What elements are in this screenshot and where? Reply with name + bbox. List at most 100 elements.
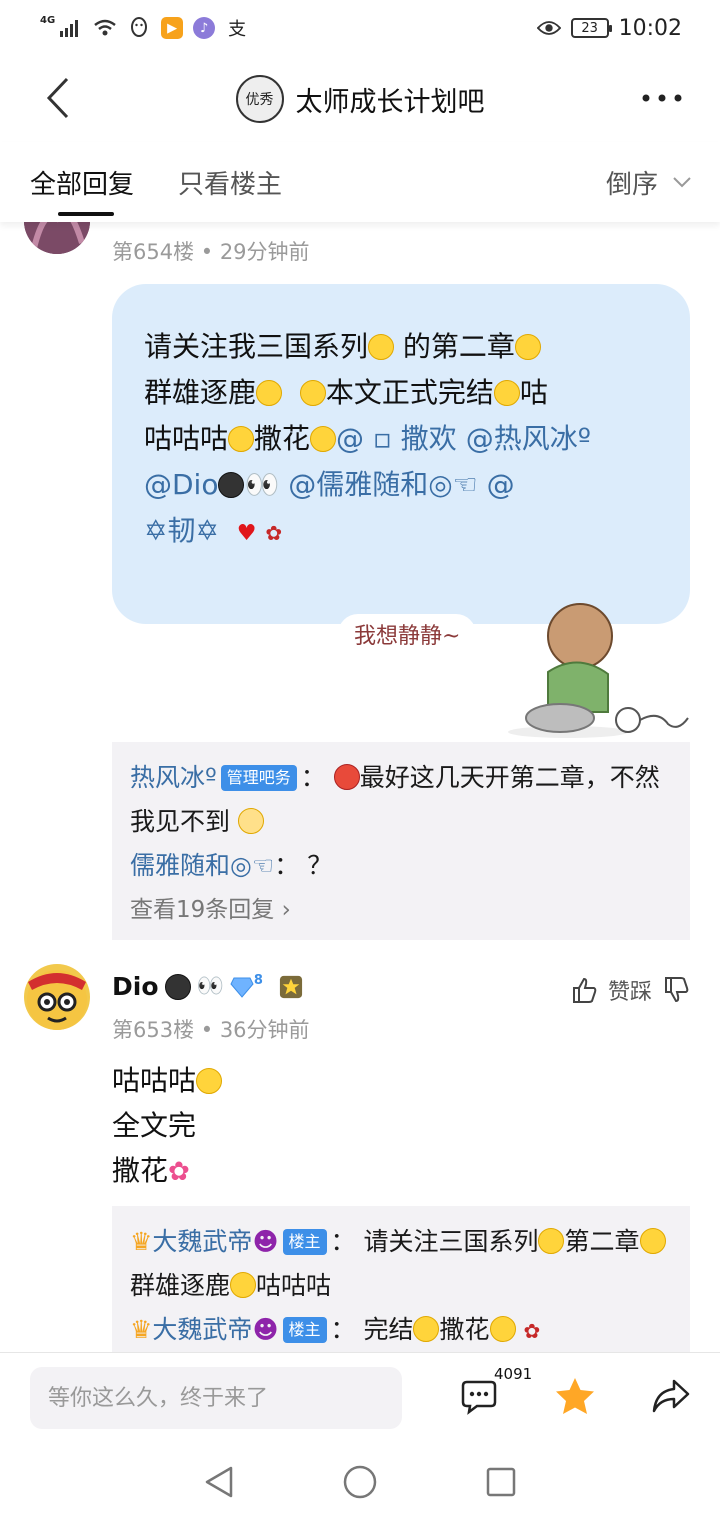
sort-dropdown[interactable]: 倒序 bbox=[606, 142, 692, 222]
sub-reply[interactable]: ♛大魏武帝☻ 楼主： 请关注三国系列 第二章群雄逐鹿 咕咕咕 bbox=[130, 1220, 672, 1308]
more-dots-icon bbox=[642, 94, 682, 102]
status-left: 4G ▶ ♪ 支 bbox=[40, 14, 249, 41]
op-tag: 楼主 bbox=[282, 1317, 327, 1343]
more-button[interactable] bbox=[640, 84, 684, 112]
view-more-replies-link[interactable]: 查看19条回复 › bbox=[130, 888, 672, 932]
admin-tag: 管理吧务 bbox=[220, 765, 297, 791]
reply-text: 群雄逐鹿 bbox=[130, 1271, 231, 1300]
star-icon bbox=[556, 1378, 594, 1414]
rose-icon: ✿ bbox=[265, 521, 283, 545]
reply-author[interactable]: 热风冰º bbox=[130, 763, 217, 792]
reply-input[interactable] bbox=[30, 1367, 402, 1429]
badge-icon[interactable] bbox=[279, 975, 303, 999]
tab-op-only[interactable]: 只看楼主 bbox=[178, 142, 282, 222]
chevron-left-icon bbox=[46, 77, 69, 119]
view-more-label: 查看19条回复 bbox=[130, 897, 275, 923]
confused-emoji-icon bbox=[237, 808, 264, 834]
body-text: 咕咕咕 bbox=[112, 1064, 197, 1097]
reply-author[interactable]: 大魏武帝 bbox=[152, 1315, 252, 1344]
bubble-line: 本文正式完结 bbox=[325, 376, 494, 409]
smile-emoji-icon bbox=[196, 1068, 223, 1094]
forum-avatar: 优秀 bbox=[235, 75, 284, 123]
dark-face-emoji-icon bbox=[218, 472, 245, 498]
bubble-line: 的第二章 bbox=[394, 330, 515, 363]
sub-replies: ♛大魏武帝☻ 楼主： 请关注三国系列 第二章群雄逐鹿 咕咕咕 ♛大魏武帝☻ 楼主： 完结… bbox=[112, 1206, 690, 1352]
reply-list[interactable]: 第654楼 • 29分钟前 请关注我三国系列 的第二章 群雄逐鹿 本文正式完结咕… bbox=[0, 222, 720, 1352]
laugh-emoji-icon bbox=[413, 1316, 440, 1342]
post-body: 咕咕咕 全文完 撒花✿ bbox=[112, 1058, 223, 1195]
sticker-caption: 我想静静~ bbox=[338, 614, 477, 654]
nav-recents-icon[interactable] bbox=[485, 1466, 517, 1498]
level-diamond-icon[interactable] bbox=[230, 975, 254, 999]
avatar[interactable] bbox=[24, 964, 90, 1030]
reply-text: 撒花 bbox=[439, 1315, 490, 1344]
comment-count: 4091 bbox=[494, 1365, 533, 1383]
dark-face-emoji-icon bbox=[164, 973, 191, 1000]
mention-text[interactable]: 👀 @儒雅随和◎☜ @ bbox=[244, 468, 514, 501]
back-button[interactable] bbox=[38, 76, 78, 120]
chevron-down-icon bbox=[673, 177, 691, 188]
username[interactable]: Dio bbox=[112, 972, 159, 1001]
smile-emoji-icon bbox=[368, 334, 395, 360]
status-right: 23 10:02 bbox=[536, 15, 682, 41]
avatar[interactable] bbox=[24, 222, 90, 254]
mention-text[interactable]: ✡韧✡ bbox=[144, 514, 219, 547]
thumbs-up-icon[interactable] bbox=[570, 976, 598, 1004]
share-icon bbox=[652, 1379, 690, 1413]
smile-emoji-icon bbox=[256, 380, 283, 406]
sub-reply[interactable]: ♛大魏武帝☻ 楼主： 完结 撒花 ✿ bbox=[130, 1308, 672, 1352]
sub-reply[interactable]: 儒雅随和◎☜： ？ bbox=[130, 844, 672, 888]
reply-tabs: 全部回复 只看楼主 倒序 bbox=[0, 142, 720, 222]
username-row: Dio 👀 8 bbox=[112, 972, 303, 1001]
reply-author[interactable]: 儒雅随和◎☜ bbox=[130, 851, 274, 880]
smile-emoji-icon bbox=[514, 334, 541, 360]
level-number: 8 bbox=[253, 973, 263, 988]
op-tag: 楼主 bbox=[282, 1229, 327, 1255]
forum-title-group[interactable]: 优秀 太师成长计划吧 bbox=[235, 75, 485, 123]
reply-text: 请关注三国系列 bbox=[363, 1227, 539, 1256]
smile-emoji-icon bbox=[639, 1228, 666, 1254]
hibiscus-icon: ✿ bbox=[168, 1157, 190, 1187]
bubble-line: 请关注我三国系列 bbox=[144, 330, 369, 363]
battery-indicator: 23 bbox=[570, 18, 612, 38]
sub-replies: 热风冰º 管理吧务： 最好这几天开第二章，不然我见不到 儒雅随和◎☜： ？ 查看1… bbox=[112, 742, 690, 940]
vote-group: 赞踩 bbox=[570, 974, 690, 1006]
rose-icon: ✿ bbox=[523, 1319, 541, 1343]
sub-reply[interactable]: 热风冰º 管理吧务： 最好这几天开第二章，不然我见不到 bbox=[130, 756, 672, 844]
clock: 10:02 bbox=[618, 15, 682, 41]
reply-text: 咕咕咕 bbox=[256, 1271, 332, 1300]
reply-author[interactable]: 大魏武帝 bbox=[152, 1227, 252, 1256]
music-icon: ♪ bbox=[193, 17, 216, 39]
smile-emoji-icon bbox=[538, 1228, 565, 1254]
smile-emoji-icon bbox=[299, 380, 326, 406]
favorite-button[interactable] bbox=[550, 1371, 600, 1421]
bubble-text: 请关注我三国系列 的第二章 群雄逐鹿 本文正式完结咕 咕咕咕 撒花 @ ▫ 撒欢 @… bbox=[144, 324, 658, 557]
heart-icon: ♥ bbox=[236, 521, 257, 546]
bubble-line: 咕 bbox=[519, 376, 548, 409]
reply-text: 完结 bbox=[363, 1315, 414, 1344]
wifi-icon bbox=[93, 16, 117, 40]
bubble-line: 撒花 bbox=[254, 422, 311, 455]
smile-emoji-icon bbox=[230, 1272, 257, 1298]
page-title: 太师成长计划吧 bbox=[295, 86, 485, 118]
thumbs-down-icon[interactable] bbox=[662, 976, 690, 1004]
body-line: 咕咕咕 bbox=[112, 1058, 223, 1103]
nav-home-icon[interactable] bbox=[342, 1464, 378, 1500]
body-line: 全文完 bbox=[112, 1109, 197, 1142]
status-bar: 4G ▶ ♪ 支 23 10:02 bbox=[0, 0, 720, 56]
top-nav: 优秀 太师成长计划吧 bbox=[0, 56, 720, 142]
content-bubble: 请关注我三国系列 的第二章 群雄逐鹿 本文正式完结咕 咕咕咕 撒花 @ ▫ 撒欢 @… bbox=[112, 284, 690, 624]
share-button[interactable] bbox=[646, 1371, 696, 1421]
nav-back-icon[interactable] bbox=[203, 1465, 235, 1499]
reply-text: ？ bbox=[307, 851, 333, 880]
chevron-right-icon: › bbox=[281, 897, 291, 923]
eye-icon bbox=[536, 16, 561, 40]
crown-icon: ♛ bbox=[130, 1315, 153, 1344]
angry-emoji-icon bbox=[333, 764, 360, 790]
bottom-action-bar: 4091 bbox=[0, 1352, 720, 1444]
tab-all-replies[interactable]: 全部回复 bbox=[30, 142, 134, 222]
post-meta: 第653楼 • 36分钟前 bbox=[112, 1018, 310, 1042]
flower-emoji-icon bbox=[228, 426, 255, 452]
body-line: 撒花✿ bbox=[112, 1148, 222, 1195]
network-label: 4G bbox=[40, 14, 56, 26]
